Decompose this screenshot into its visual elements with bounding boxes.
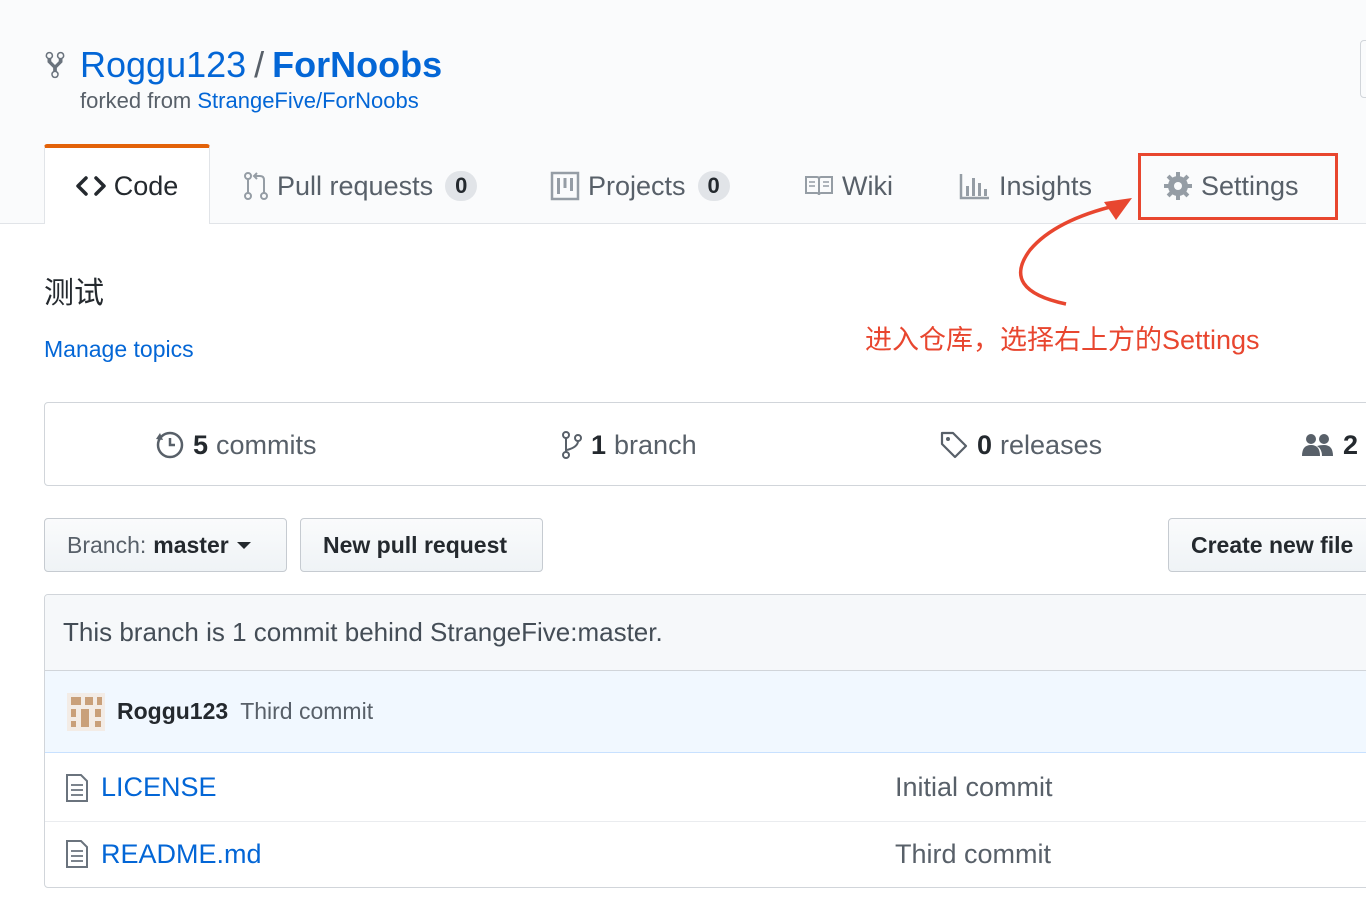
commit-message[interactable]: Third commit bbox=[240, 698, 373, 725]
branch-behind-notice: This branch is 1 commit behind StrangeFi… bbox=[45, 595, 1366, 671]
chevron-down-icon bbox=[236, 541, 251, 549]
tab-code[interactable]: Code bbox=[44, 144, 210, 224]
new-pull-request-button[interactable]: New pull request bbox=[300, 518, 543, 572]
commits-count: 5 bbox=[193, 429, 209, 460]
tab-projects-label: Projects bbox=[588, 170, 686, 201]
forked-from-line: forked from StrangeFive/ForNoobs bbox=[80, 88, 419, 114]
tab-pull-requests-label: Pull requests bbox=[277, 170, 434, 201]
book-icon bbox=[805, 176, 833, 196]
table-row: LICENSE Initial commit bbox=[45, 755, 1366, 820]
file-list: This branch is 1 commit behind StrangeFi… bbox=[44, 594, 1366, 888]
branch-select-prefix: Branch: bbox=[67, 531, 147, 558]
annotation-arrow bbox=[1018, 198, 1132, 306]
file-icon bbox=[66, 773, 88, 802]
branches-label: branch bbox=[614, 429, 697, 460]
commit-author[interactable]: Roggu123 bbox=[117, 698, 228, 725]
branches-summary[interactable]: 1 branch bbox=[561, 403, 697, 487]
graph-icon bbox=[959, 174, 989, 200]
latest-commit-bar: Roggu123 Third commit bbox=[45, 671, 1366, 753]
tab-wiki[interactable]: Wiki bbox=[804, 148, 893, 224]
repo-summary: 5 commits 1 branch 0 releases 2 bbox=[44, 402, 1366, 486]
settings-highlight-box bbox=[1138, 153, 1338, 220]
contributors-count: 2 bbox=[1343, 429, 1359, 460]
project-icon bbox=[550, 171, 580, 201]
file-commit-message[interactable]: Third commit bbox=[895, 839, 1051, 870]
tag-icon bbox=[940, 431, 968, 459]
repo-description: 测试 bbox=[44, 277, 104, 310]
file-name-link[interactable]: LICENSE bbox=[101, 772, 217, 803]
branch-select-value: master bbox=[153, 531, 229, 558]
repo-title: Roggu123/ForNoobs bbox=[80, 43, 442, 87]
create-new-file-button[interactable]: Create new file bbox=[1168, 518, 1366, 572]
commits-summary[interactable]: 5 commits bbox=[155, 403, 317, 487]
manage-topics-link[interactable]: Manage topics bbox=[44, 336, 194, 363]
people-icon bbox=[1302, 434, 1333, 456]
table-row: README.md Third commit bbox=[45, 821, 1366, 886]
contributors-summary[interactable]: 2 bbox=[1301, 403, 1358, 487]
repo-name-link[interactable]: ForNoobs bbox=[272, 44, 442, 85]
file-name-link[interactable]: README.md bbox=[101, 839, 262, 870]
tab-wiki-label: Wiki bbox=[842, 170, 893, 201]
commits-label: commits bbox=[216, 429, 317, 460]
file-commit-message[interactable]: Initial commit bbox=[895, 772, 1053, 803]
history-icon bbox=[156, 431, 184, 459]
tab-code-label: Code bbox=[113, 170, 179, 201]
pull-request-icon bbox=[244, 172, 268, 200]
watch-button[interactable] bbox=[1360, 40, 1366, 98]
pull-requests-counter: 0 bbox=[445, 171, 478, 201]
annotation-text: 进入仓库，选择右上方的Settings bbox=[865, 325, 1260, 355]
releases-summary[interactable]: 0 releases bbox=[939, 403, 1102, 487]
branches-count: 1 bbox=[591, 429, 607, 460]
tab-pull-requests[interactable]: Pull requests 0 bbox=[243, 148, 478, 224]
forked-source-link[interactable]: StrangeFive/ForNoobs bbox=[197, 88, 418, 113]
projects-counter: 0 bbox=[697, 171, 730, 201]
avatar[interactable] bbox=[67, 692, 105, 731]
branch-select-button[interactable]: Branch: master bbox=[44, 518, 287, 572]
branch-icon bbox=[562, 431, 582, 459]
forked-from-label: forked from bbox=[80, 88, 198, 113]
repo-forked-icon bbox=[45, 51, 65, 79]
repo-owner-link[interactable]: Roggu123 bbox=[80, 44, 246, 85]
file-icon bbox=[66, 840, 88, 868]
code-icon bbox=[75, 176, 106, 196]
tab-projects[interactable]: Projects 0 bbox=[550, 148, 730, 224]
releases-count: 0 bbox=[977, 429, 993, 460]
releases-label: releases bbox=[1000, 429, 1103, 460]
repo-title-separator: / bbox=[254, 44, 265, 85]
